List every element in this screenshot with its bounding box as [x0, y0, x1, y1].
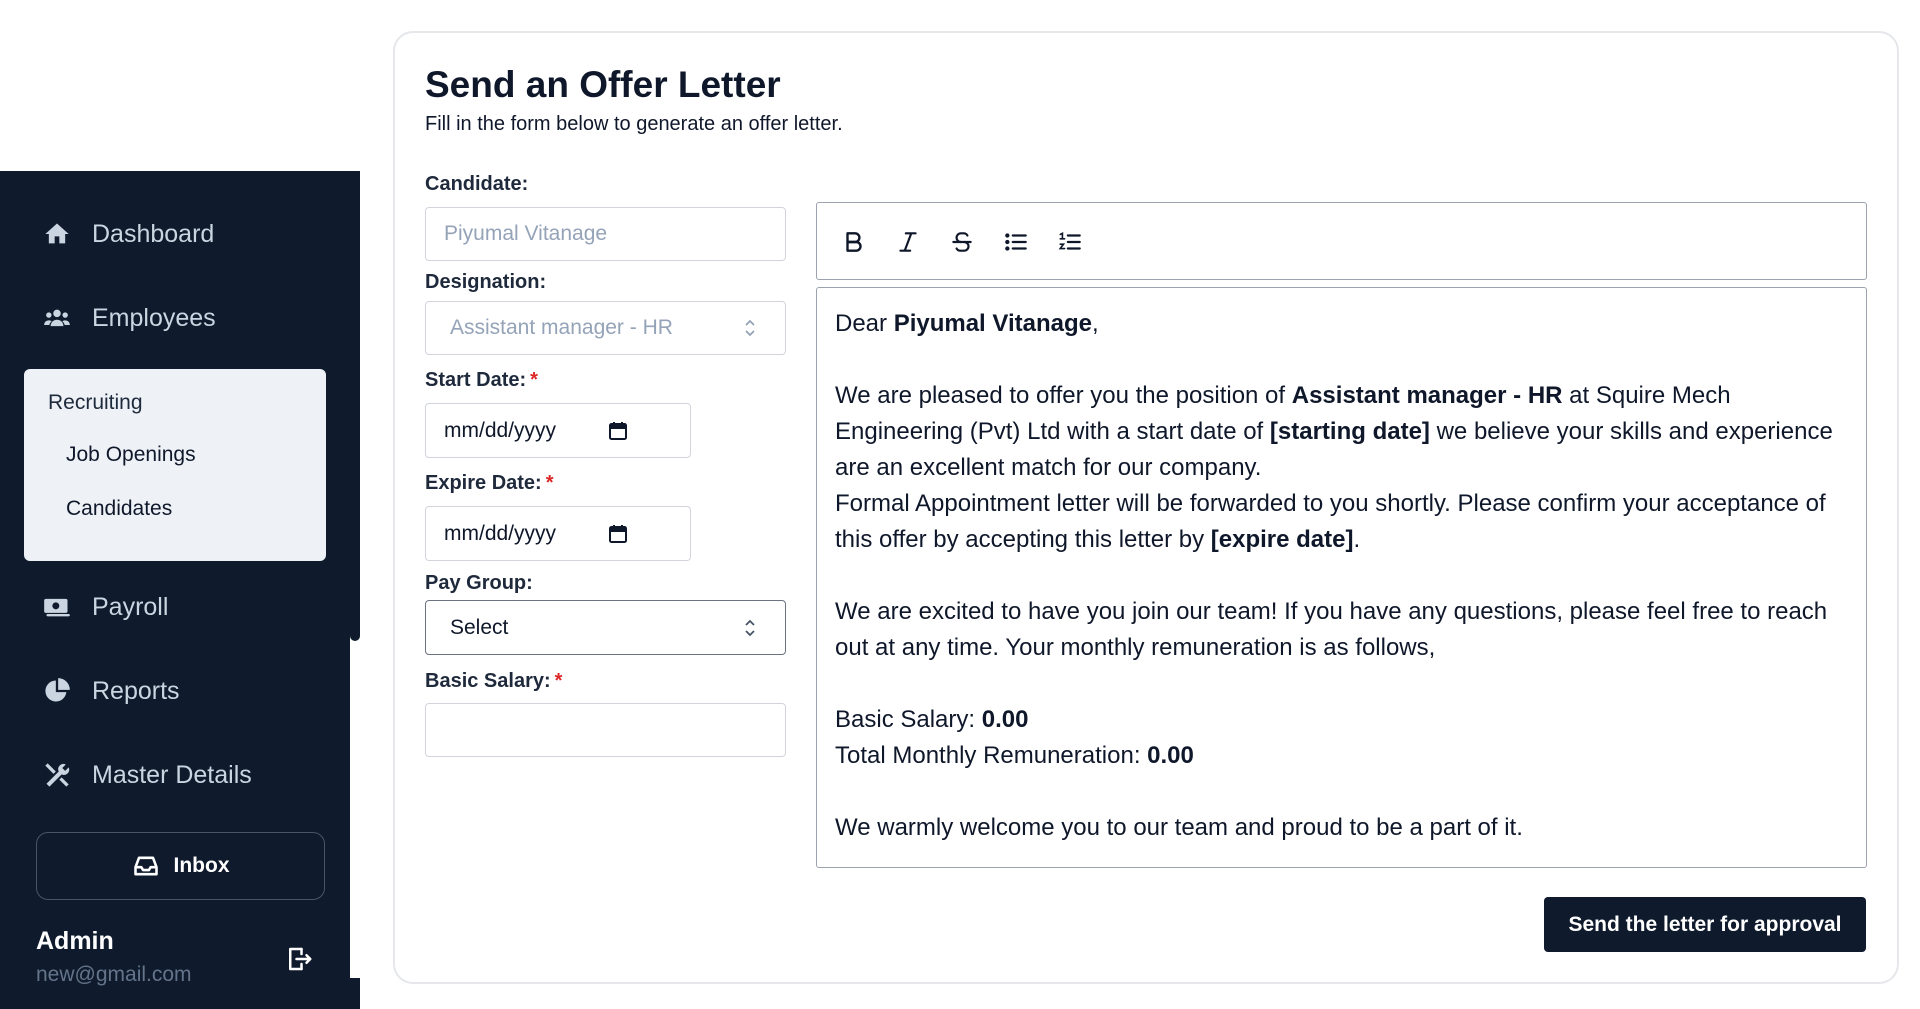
sidebar-item-label: Payroll	[92, 592, 169, 621]
sidebar-item-candidates[interactable]: Candidates	[66, 497, 172, 521]
candidate-input-value: Piyumal Vitanage	[444, 222, 608, 245]
basic-salary-input[interactable]	[425, 703, 786, 757]
sidebar: Dashboard Employees Recruiting Job Openi…	[0, 171, 360, 1009]
required-mark: *	[545, 472, 554, 494]
letter-editor[interactable]: Dear Piyumal Vitanage, We are pleased to…	[816, 287, 1867, 868]
sidebar-item-label: Reports	[92, 676, 180, 705]
greeting-prefix: Dear	[835, 310, 894, 337]
bold-icon	[846, 232, 862, 252]
expire-date-label: Expire Date: *	[425, 472, 554, 495]
paragraph-offer: We are pleased to offer you the position…	[835, 378, 1848, 486]
basic-salary-amount: 0.00	[981, 706, 1029, 733]
pay-group-select[interactable]: Select	[425, 600, 786, 655]
italic-button[interactable]	[893, 227, 923, 257]
closing-line: We warmly welcome you to our team and pr…	[835, 814, 1523, 841]
page-subtitle: Fill in the form below to generate an of…	[425, 113, 843, 135]
sidebar-item-label: Employees	[92, 303, 216, 332]
total-remuneration-line: Total Monthly Remuneration: 0.00	[835, 738, 1848, 774]
inbox-icon	[133, 856, 158, 876]
required-mark: *	[554, 670, 563, 692]
text: Basic Salary:	[835, 706, 982, 733]
sidebar-item-recruiting[interactable]: Recruiting	[48, 391, 143, 415]
expire-date-input[interactable]: mm/dd/yyyy	[425, 506, 691, 561]
basic-salary-label-text: Basic Salary:	[425, 670, 551, 692]
tools-icon	[42, 760, 72, 790]
sidebar-item-label: Master Details	[92, 760, 252, 789]
basic-salary-line: Basic Salary: 0.00	[835, 702, 1848, 738]
text: We are pleased to offer you the position…	[835, 382, 1292, 409]
italic-icon	[899, 232, 917, 252]
paragraph-excited: We are excited to have you join our team…	[835, 598, 1828, 661]
sidebar-item-dashboard[interactable]: Dashboard	[42, 219, 214, 249]
required-mark: *	[530, 369, 538, 391]
designation-value: Assistant manager - HR	[450, 316, 673, 339]
chevron-updown-icon	[745, 619, 755, 636]
starting-date-text: [starting date]	[1269, 418, 1430, 445]
user-name: Admin	[36, 927, 114, 955]
sidebar-item-label: Dashboard	[92, 219, 215, 248]
sidebar-scrollbar[interactable]	[350, 191, 360, 978]
start-date-label-text: Start Date:	[425, 369, 527, 391]
expire-date-placeholder: mm/dd/yyyy	[444, 521, 557, 545]
total-remuneration-amount: 0.00	[1147, 742, 1194, 769]
sidebar-item-payroll[interactable]: Payroll	[42, 592, 168, 622]
editor-toolbar	[816, 202, 1867, 280]
logout-icon[interactable]	[284, 944, 314, 974]
send-for-approval-button[interactable]: Send the letter for approval	[1544, 897, 1866, 952]
text: Total Monthly Remuneration:	[835, 742, 1148, 769]
page-title: Send an Offer Letter	[425, 64, 781, 105]
expire-date-text: [expire date]	[1210, 526, 1354, 553]
sidebar-item-employees[interactable]: Employees	[42, 303, 216, 333]
expire-date-label-text: Expire Date:	[425, 472, 542, 494]
calendar-icon[interactable]	[608, 524, 628, 544]
users-icon	[42, 303, 72, 333]
sidebar-item-job-openings[interactable]: Job Openings	[66, 443, 196, 467]
money-icon	[42, 592, 72, 622]
recruiting-submenu: Recruiting Job Openings Candidates	[24, 369, 326, 561]
calendar-icon[interactable]	[608, 421, 628, 441]
start-date-input[interactable]: mm/dd/yyyy	[425, 403, 691, 458]
greeting-suffix: ,	[1092, 310, 1099, 337]
home-icon	[42, 219, 72, 249]
candidate-label: Candidate:	[425, 173, 529, 195]
numbered-list-icon	[1058, 232, 1081, 250]
greeting-line: Dear Piyumal Vitanage,	[835, 306, 1848, 342]
candidate-input[interactable]: Piyumal Vitanage	[425, 207, 786, 261]
pie-chart-icon	[42, 676, 72, 706]
candidate-name: Piyumal Vitanage	[893, 310, 1092, 337]
strikethrough-button[interactable]	[947, 227, 977, 257]
start-date-label: Start Date: *	[425, 369, 538, 392]
sidebar-item-master-details[interactable]: Master Details	[42, 760, 252, 790]
designation-label: Designation:	[425, 271, 547, 293]
start-date-placeholder: mm/dd/yyyy	[444, 418, 557, 442]
inbox-button[interactable]: Inbox	[36, 832, 325, 900]
user-email: new@gmail.com	[36, 963, 192, 986]
numbered-list-button[interactable]	[1055, 227, 1085, 257]
bold-button[interactable]	[839, 227, 869, 257]
designation-text: Assistant manager - HR	[1291, 382, 1563, 409]
inbox-label: Inbox	[173, 854, 230, 877]
sidebar-item-reports[interactable]: Reports	[42, 676, 180, 706]
strikethrough-icon	[952, 232, 972, 252]
pay-group-value: Select	[450, 615, 509, 639]
bullet-list-button[interactable]	[1001, 227, 1031, 257]
pay-group-label: Pay Group:	[425, 572, 533, 594]
designation-select[interactable]: Assistant manager - HR	[425, 301, 786, 355]
bullet-list-icon	[1005, 233, 1027, 251]
scrollbar-thumb[interactable]	[350, 191, 360, 641]
paragraph-appointment: Formal Appointment letter will be forwar…	[835, 486, 1848, 558]
text: .	[1353, 526, 1361, 553]
chevron-updown-icon	[745, 319, 755, 337]
basic-salary-label: Basic Salary: *	[425, 670, 562, 693]
